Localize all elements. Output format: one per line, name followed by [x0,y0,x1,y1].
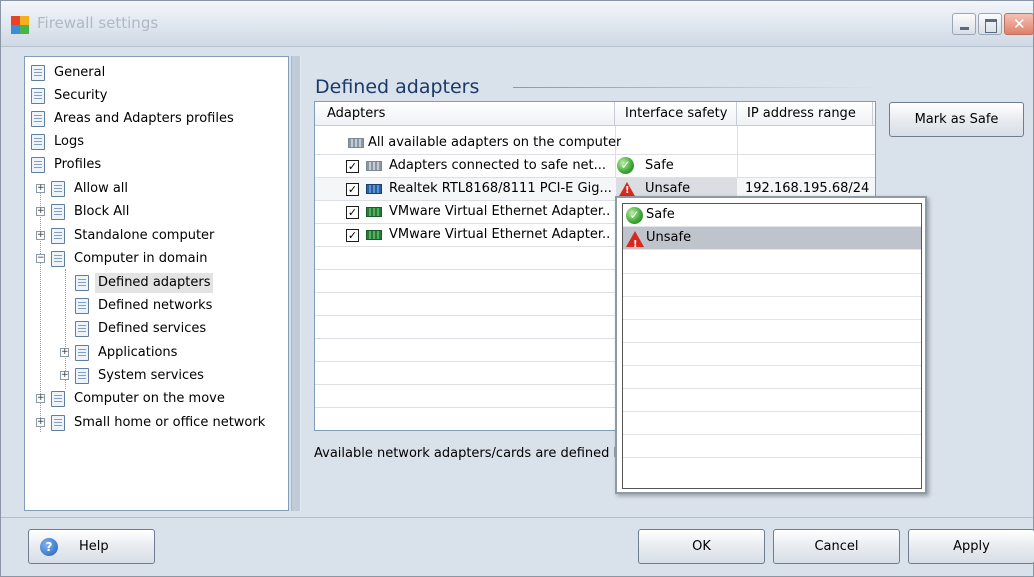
page-icon [51,415,65,431]
page-icon [31,157,45,173]
column-header-interface-safety[interactable]: Interface safety [615,102,737,126]
expand-plus-icon[interactable]: + [36,394,45,403]
help-question-icon: ? [40,538,58,556]
cancel-button[interactable]: Cancel [773,529,900,564]
grid-header: Adapters Interface safety IP address ran… [315,102,875,126]
row-checkbox[interactable]: ✓ [346,206,359,219]
page-icon [75,368,89,384]
ok-button[interactable]: OK [638,529,765,564]
firewall-settings-window: Firewall settings General Security Areas… [0,0,1034,577]
settings-tree[interactable]: General Security Areas and Adapters prof… [24,56,289,511]
close-button[interactable] [1004,13,1034,35]
minimize-button[interactable] [952,13,976,35]
avg-logo-icon [11,16,29,34]
maximize-button[interactable] [978,13,1002,35]
page-icon [51,228,65,244]
page-icon [31,88,45,104]
row-checkbox[interactable]: ✓ [346,229,359,242]
network-adapter-icon [366,230,382,240]
network-adapter-icon [366,161,382,171]
row-checkbox[interactable]: ✓ [346,160,359,173]
apply-button[interactable]: Apply [908,529,1034,564]
page-icon [51,204,65,220]
warning-triangle-icon [626,231,644,256]
network-adapter-icon [366,207,382,217]
table-row[interactable]: ✓ Adapters connected to safe net... ✓ Sa… [315,155,875,178]
expand-plus-icon[interactable]: + [36,184,45,193]
dropdown-option-safe[interactable]: ✓ Safe [623,204,921,227]
footer-divider [1,517,1033,518]
column-header-ip-range[interactable]: IP address range [737,102,873,126]
dropdown-option-unsafe[interactable]: Unsafe [623,227,921,256]
expand-plus-icon[interactable]: + [36,231,45,240]
page-icon [51,181,65,197]
collapse-minus-icon[interactable]: − [36,254,45,263]
section-divider [513,87,878,88]
page-icon [31,65,45,81]
page-icon [75,321,89,337]
page-icon [31,134,45,150]
page-icon [75,345,89,361]
safe-check-icon: ✓ [617,157,634,174]
description-text: Available network adapters/cards are def… [314,446,630,461]
table-row[interactable]: All available adapters on the computer [315,132,875,155]
safe-check-icon: ✓ [626,207,643,224]
network-adapter-icon [348,138,364,148]
page-icon [51,391,65,407]
window-title: Firewall settings [37,14,159,32]
title-bar[interactable]: Firewall settings [1,1,1034,47]
row-checkbox[interactable]: ✓ [346,183,359,196]
network-adapter-icon [366,184,382,194]
page-icon [51,251,65,267]
help-button[interactable]: ? Help [28,529,155,564]
column-header-adapters[interactable]: Adapters [315,102,615,126]
dropdown-list: ✓ Safe Unsafe [622,203,922,489]
expand-plus-icon[interactable]: + [60,371,69,380]
page-icon [31,111,45,127]
interface-safety-dropdown[interactable]: ✓ Safe Unsafe [615,196,927,494]
page-icon [75,275,89,291]
expand-plus-icon[interactable]: + [60,348,69,357]
expand-plus-icon[interactable]: + [36,207,45,216]
expand-plus-icon[interactable]: + [36,418,45,427]
mark-as-safe-button[interactable]: Mark as Safe [889,102,1024,137]
panel-splitter[interactable] [291,56,301,511]
section-title: Defined adapters [315,76,480,98]
page-icon [75,298,89,314]
